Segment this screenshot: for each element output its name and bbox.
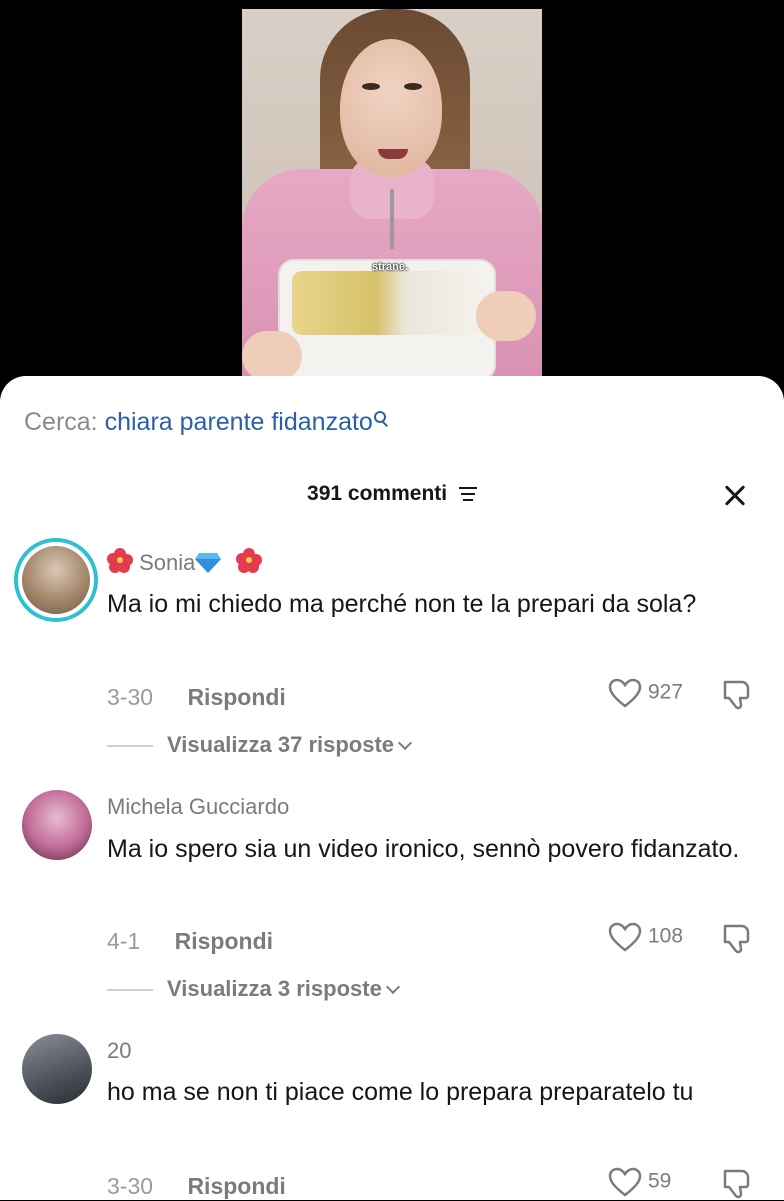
search-prefix: Cerca: xyxy=(24,408,98,436)
sort-icon[interactable] xyxy=(458,487,477,502)
dislike-icon[interactable] xyxy=(720,922,754,956)
dislike-icon[interactable] xyxy=(720,678,754,712)
hibiscus-icon xyxy=(235,548,262,574)
heart-icon[interactable] xyxy=(608,1167,642,1197)
like-button[interactable]: 927 xyxy=(608,678,683,708)
avatar[interactable] xyxy=(22,790,92,860)
reply-button[interactable]: Rispondi xyxy=(187,684,285,710)
comments-count: 391 commenti xyxy=(307,482,448,505)
video-player[interactable]: strane. xyxy=(0,0,784,400)
comment-username[interactable]: Michela Gucciardo xyxy=(107,794,289,820)
comment-text: Ma io mi chiedo ma perché non te la prep… xyxy=(107,590,697,618)
comment-meta: 3-30 Rispondi xyxy=(107,684,286,711)
avatar[interactable] xyxy=(14,538,98,622)
view-replies-label[interactable]: Visualizza 37 risposte xyxy=(167,732,394,757)
heart-icon[interactable] xyxy=(608,678,642,708)
divider xyxy=(107,745,153,748)
comments-header: 391 commenti xyxy=(0,482,784,506)
video-hand-left xyxy=(242,331,302,377)
comment-date: 3-30 xyxy=(107,1173,154,1199)
avatar[interactable] xyxy=(22,1034,92,1104)
avatar-image xyxy=(22,546,90,614)
video-zip xyxy=(390,189,394,249)
close-icon[interactable] xyxy=(722,482,748,508)
comment-date: 4-1 xyxy=(107,928,141,954)
comment-text: Ma io spero sia un video ironico, sennò … xyxy=(107,835,740,863)
like-button[interactable]: 108 xyxy=(608,922,683,952)
like-count: 108 xyxy=(648,924,684,948)
comment-username[interactable]: Sonia xyxy=(139,550,195,575)
reply-button[interactable]: Rispondi xyxy=(175,928,273,954)
search-suggestion[interactable]: Cerca: chiara parente fidanzato xyxy=(24,408,389,437)
hibiscus-icon xyxy=(107,548,133,574)
chevron-down-icon xyxy=(385,979,400,995)
search-icon[interactable] xyxy=(373,410,389,426)
video-eye-left xyxy=(362,83,380,90)
divider xyxy=(107,989,153,992)
comment-date: 3-30 xyxy=(107,684,154,710)
comment-meta: 3-30 Rispondi xyxy=(107,1173,286,1200)
video-food xyxy=(292,271,480,335)
comment-meta: 4-1 Rispondi xyxy=(107,928,273,955)
video-caption: strane. xyxy=(372,261,409,273)
chevron-down-icon xyxy=(397,735,413,751)
view-replies-button[interactable]: Visualizza 3 risposte xyxy=(107,976,400,1002)
search-term-link[interactable]: chiara parente fidanzato xyxy=(105,408,373,436)
heart-icon[interactable] xyxy=(608,922,642,952)
view-replies-label[interactable]: Visualizza 3 risposte xyxy=(167,976,382,1001)
like-button[interactable]: 59 xyxy=(608,1167,671,1197)
like-count: 59 xyxy=(648,1169,672,1193)
video-frame[interactable]: strane. xyxy=(242,9,542,377)
like-count: 927 xyxy=(648,680,684,704)
comments-sheet: Cerca: chiara parente fidanzato 391 comm… xyxy=(0,376,784,1200)
video-hand-right xyxy=(476,291,536,341)
comment-username[interactable]: 20 xyxy=(107,1038,131,1064)
comment-username-row[interactable]: Sonia xyxy=(107,548,262,576)
video-eye-right xyxy=(404,83,422,90)
reply-button[interactable]: Rispondi xyxy=(187,1173,285,1199)
view-replies-button[interactable]: Visualizza 37 risposte xyxy=(107,732,413,758)
dislike-icon[interactable] xyxy=(720,1167,754,1201)
gem-icon xyxy=(195,553,222,573)
comment-text: ho ma se non ti piace come lo prepara pr… xyxy=(107,1078,694,1106)
